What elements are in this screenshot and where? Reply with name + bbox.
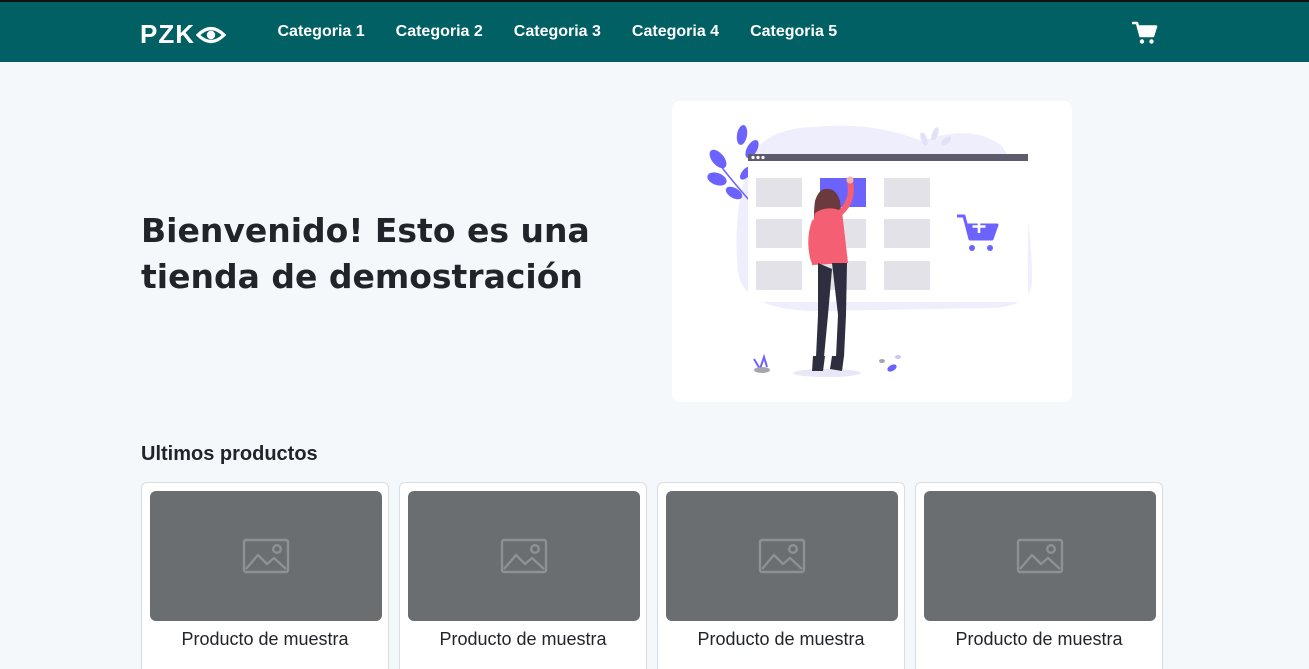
hero-illustration-card bbox=[672, 101, 1072, 402]
product-image bbox=[666, 491, 898, 621]
nav-link-categoria-3[interactable]: Categoria 3 bbox=[498, 23, 616, 41]
product-image bbox=[408, 491, 640, 621]
product-name[interactable]: Producto de muestra bbox=[924, 629, 1154, 650]
product-card[interactable]: Producto de muestra bbox=[657, 482, 905, 669]
product-card[interactable]: Producto de muestra bbox=[399, 482, 647, 669]
top-navbar: PZK Categoria 1 Categoria 2 Categoria 3 … bbox=[0, 0, 1309, 62]
product-name[interactable]: Producto de muestra bbox=[408, 629, 638, 650]
image-placeholder-icon bbox=[1016, 538, 1064, 574]
cart-button[interactable] bbox=[1131, 21, 1158, 45]
brand-text: PZK bbox=[140, 19, 195, 49]
product-name[interactable]: Producto de muestra bbox=[666, 629, 896, 650]
image-placeholder-icon bbox=[242, 538, 290, 574]
product-image bbox=[924, 491, 1156, 621]
product-name[interactable]: Producto de muestra bbox=[150, 629, 380, 650]
nav-link-categoria-5[interactable]: Categoria 5 bbox=[735, 23, 853, 41]
latest-products-grid: Producto de muestra Producto de muestra … bbox=[141, 482, 1163, 669]
hero-title: Bienvenido! Esto es una tienda de demost… bbox=[141, 211, 590, 296]
shopping-cart-icon bbox=[1131, 21, 1158, 44]
image-placeholder-icon bbox=[758, 538, 806, 574]
brand-logo[interactable]: PZK bbox=[140, 19, 226, 50]
image-placeholder-icon bbox=[500, 538, 548, 574]
eye-icon bbox=[196, 26, 226, 43]
nav-link-categoria-4[interactable]: Categoria 4 bbox=[616, 23, 734, 41]
nav-link-categoria-2[interactable]: Categoria 2 bbox=[380, 23, 498, 41]
latest-products-heading: Ultimos productos bbox=[141, 443, 318, 465]
product-image bbox=[150, 491, 382, 621]
product-card[interactable]: Producto de muestra bbox=[915, 482, 1163, 669]
category-nav: Categoria 1 Categoria 2 Categoria 3 Cate… bbox=[262, 2, 853, 62]
online-shopping-illustration bbox=[707, 125, 1032, 377]
product-card[interactable]: Producto de muestra bbox=[141, 482, 389, 669]
nav-link-categoria-1[interactable]: Categoria 1 bbox=[262, 23, 380, 41]
